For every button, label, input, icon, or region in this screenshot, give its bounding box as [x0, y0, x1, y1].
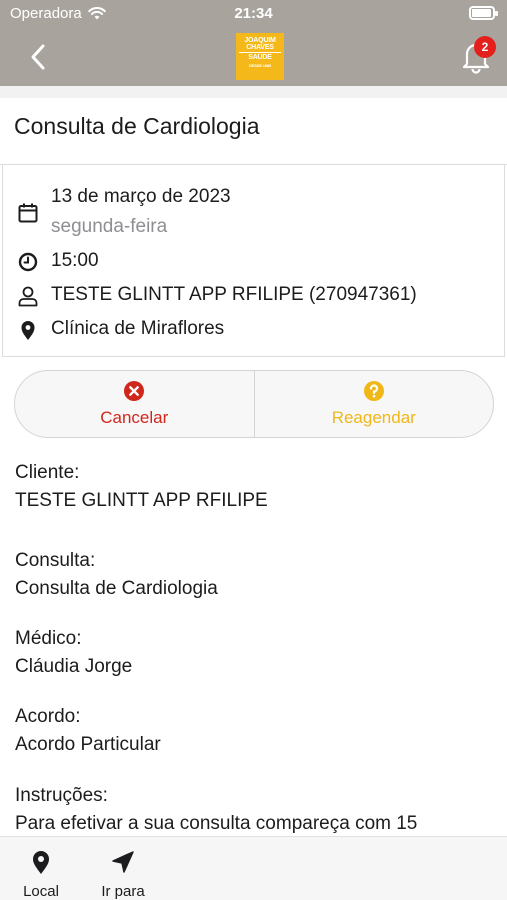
- status-bar: Operadora 21:34: [0, 0, 507, 28]
- cancel-button[interactable]: Cancelar: [15, 371, 254, 437]
- map-pin-icon: [21, 321, 35, 340]
- user-icon: [18, 286, 38, 307]
- client-label: Cliente:: [15, 462, 80, 483]
- question-circle-icon: [363, 381, 384, 401]
- appointment-actions: Cancelar Reagendar: [14, 370, 494, 438]
- agreement-value: Acordo Particular: [15, 734, 161, 755]
- logo-line-4: DESDE 1985: [249, 63, 271, 68]
- page-title: Consulta de Cardiologia: [14, 113, 260, 139]
- clock-icon: [18, 252, 38, 272]
- appointment-date: 13 de março de 2023: [51, 186, 231, 207]
- goto-label: Ir para: [101, 883, 145, 900]
- appointment-time: 15:00: [51, 250, 99, 271]
- notification-badge: 2: [474, 36, 496, 58]
- doctor-value: Cláudia Jorge: [15, 656, 133, 677]
- bottom-toolbar: Local Ir para: [0, 836, 507, 900]
- instructions-value: Para efetivar a sua consulta compareça c…: [15, 813, 418, 834]
- logo-line-2: CHAVES: [246, 44, 274, 51]
- clock: 21:34: [234, 5, 273, 22]
- battery-icon: [469, 6, 498, 20]
- consult-label: Consulta:: [15, 550, 96, 571]
- appointment-location: Clínica de Miraflores: [51, 318, 225, 339]
- reschedule-label: Reagendar: [331, 408, 416, 427]
- local-label: Local: [23, 883, 59, 900]
- agreement-label: Acordo:: [15, 706, 81, 727]
- instructions-label: Instruções:: [15, 785, 108, 806]
- header-spacer: [0, 86, 507, 98]
- appointment-weekday: segunda-feira: [51, 216, 168, 237]
- cancel-circle-icon: [124, 381, 145, 401]
- navigation-arrow-icon: [112, 851, 134, 873]
- cancel-label: Cancelar: [100, 408, 169, 427]
- reschedule-button[interactable]: Reagendar: [253, 371, 494, 437]
- back-chevron-icon[interactable]: [24, 42, 54, 72]
- nav-bar: JOAQUIM CHAVES SAÚDE DESDE 1985 2: [0, 28, 507, 86]
- client-value: TESTE GLINTT APP RFILIPE: [15, 490, 268, 511]
- local-button[interactable]: Local: [6, 837, 76, 900]
- logo-line-3: SAÚDE: [239, 52, 281, 61]
- consult-value: Consulta de Cardiologia: [15, 578, 218, 599]
- logo-line-1: JOAQUIM: [244, 37, 276, 44]
- doctor-label: Médico:: [15, 628, 82, 649]
- appointment-patient: TESTE GLINTT APP RFILIPE (270947361): [51, 284, 417, 305]
- map-pin-icon: [33, 851, 49, 874]
- brand-logo: JOAQUIM CHAVES SAÚDE DESDE 1985: [236, 33, 284, 80]
- goto-button[interactable]: Ir para: [88, 837, 158, 900]
- calendar-icon: [18, 203, 38, 223]
